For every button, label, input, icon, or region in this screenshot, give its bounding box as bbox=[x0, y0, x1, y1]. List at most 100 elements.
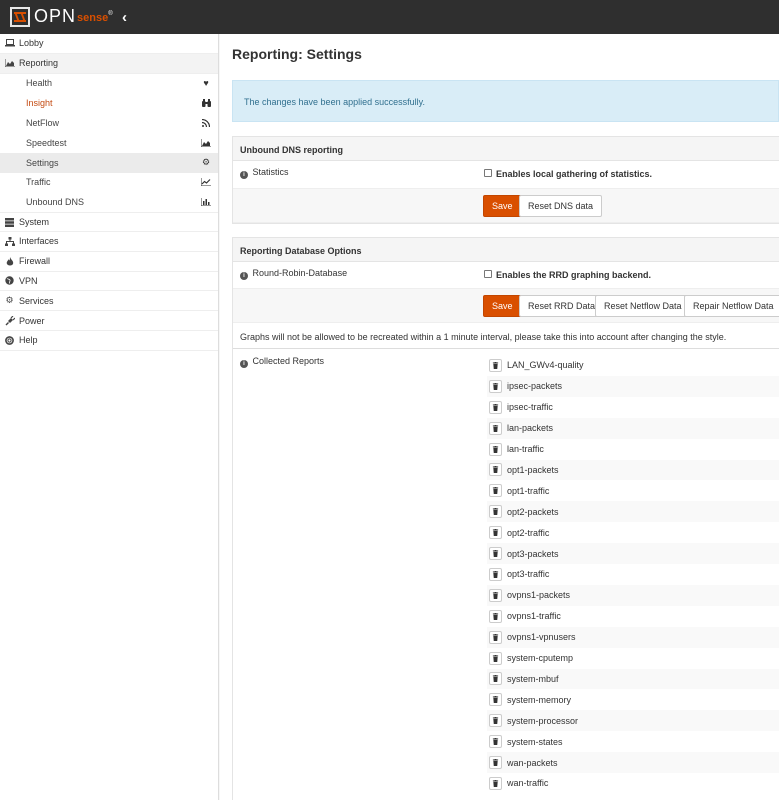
rrd-checkbox-label: Enables the RRD graphing backend. bbox=[496, 270, 652, 280]
statistics-checkbox[interactable] bbox=[484, 169, 492, 177]
sidebar-item-label: Health bbox=[26, 78, 53, 89]
report-name: system-cputemp bbox=[507, 653, 574, 664]
report-row: ovpns1-traffic bbox=[487, 606, 779, 627]
trash-icon[interactable] bbox=[489, 672, 502, 686]
trash-icon[interactable] bbox=[489, 588, 502, 602]
reset-netflow-data-button[interactable]: Reset Netflow Data bbox=[595, 295, 691, 317]
statistics-checkbox-label: Enables local gathering of statistics. bbox=[496, 169, 653, 179]
report-name: system-states bbox=[507, 736, 563, 747]
sidebar-item-firewall[interactable]: Firewall bbox=[0, 252, 218, 272]
trash-icon[interactable] bbox=[489, 421, 502, 435]
trash-icon[interactable] bbox=[489, 714, 502, 728]
rrd-save-button[interactable]: Save bbox=[483, 295, 522, 317]
field-label: i Collected Reports bbox=[240, 356, 324, 368]
sidebar-item-interfaces[interactable]: Interfaces bbox=[0, 232, 218, 252]
globe-icon bbox=[4, 276, 15, 286]
trash-icon[interactable] bbox=[489, 567, 502, 581]
panel-header: Unbound DNS reporting bbox=[233, 137, 779, 161]
sidebar-item-system[interactable]: System bbox=[0, 212, 218, 232]
dns-button-bar: Save Reset DNS data bbox=[233, 189, 779, 223]
rss-icon bbox=[201, 118, 211, 128]
report-row: system-mbuf bbox=[487, 668, 779, 690]
sidebar-item-help[interactable]: Help bbox=[0, 331, 218, 351]
report-row: opt3-traffic bbox=[487, 564, 779, 585]
sidebar-item-settings[interactable]: Settings ⚙ bbox=[0, 152, 218, 173]
report-row: system-states bbox=[487, 731, 779, 752]
sidebar-item-traffic[interactable]: Traffic bbox=[0, 173, 218, 193]
sidebar-item-vpn[interactable]: VPN bbox=[0, 272, 218, 292]
sidebar-item-speedtest[interactable]: Speedtest bbox=[0, 133, 218, 153]
report-row: ipsec-packets bbox=[487, 375, 779, 397]
sitemap-icon bbox=[4, 236, 15, 246]
page-title: Reporting: Settings bbox=[232, 46, 362, 62]
binoculars-icon bbox=[201, 98, 211, 108]
sidebar-item-label: Insight bbox=[26, 98, 53, 109]
trash-icon[interactable] bbox=[489, 776, 502, 790]
rrd-checkbox[interactable] bbox=[484, 270, 492, 278]
opnsense-logo[interactable]: OPN sense ® bbox=[10, 6, 113, 27]
collected-reports: i Collected Reports LAN_GWv4-quality ipse… bbox=[233, 349, 779, 799]
sidebar-item-label: VPN bbox=[19, 275, 38, 286]
trash-icon[interactable] bbox=[489, 526, 502, 540]
info-icon[interactable]: i bbox=[240, 171, 248, 179]
logo-registered: ® bbox=[108, 10, 113, 17]
info-icon[interactable]: i bbox=[240, 272, 248, 280]
unbound-dns-panel: Unbound DNS reporting i Statistics Enabl… bbox=[232, 136, 779, 224]
sidebar-item-lobby[interactable]: Lobby bbox=[0, 34, 218, 54]
sidebar-item-services[interactable]: ⚙ Services bbox=[0, 291, 218, 312]
report-name: ovpns1-packets bbox=[507, 590, 571, 601]
info-icon[interactable]: i bbox=[240, 360, 248, 368]
trash-icon[interactable] bbox=[489, 693, 502, 707]
trash-icon[interactable] bbox=[489, 735, 502, 749]
trash-icon[interactable] bbox=[489, 547, 502, 561]
report-name: ipsec-packets bbox=[507, 381, 563, 392]
rrd-label: Round-Robin-Database bbox=[252, 268, 348, 278]
sidebar-item-health[interactable]: Health ♥ bbox=[0, 74, 218, 94]
area-chart-icon bbox=[201, 138, 211, 148]
report-name: ipsec-traffic bbox=[507, 402, 553, 413]
report-row: lan-traffic bbox=[487, 439, 779, 460]
chevron-left-icon[interactable]: ‹ bbox=[122, 9, 127, 26]
trash-icon[interactable] bbox=[489, 358, 502, 372]
reset-dns-data-button[interactable]: Reset DNS data bbox=[519, 195, 603, 217]
report-name: opt2-traffic bbox=[507, 527, 550, 538]
sidebar-item-label: Reporting bbox=[19, 58, 59, 69]
report-name: lan-packets bbox=[507, 423, 554, 434]
trash-icon[interactable] bbox=[489, 379, 502, 393]
report-name: wan-packets bbox=[507, 757, 558, 768]
trash-icon[interactable] bbox=[489, 463, 502, 477]
report-name: opt1-packets bbox=[507, 464, 559, 475]
sidebar-item-netflow[interactable]: NetFlow bbox=[0, 113, 218, 133]
report-row: wan-traffic bbox=[487, 773, 779, 794]
trash-icon[interactable] bbox=[489, 484, 502, 498]
trash-icon[interactable] bbox=[489, 630, 502, 644]
fire-icon bbox=[4, 256, 15, 266]
report-row: opt1-traffic bbox=[487, 480, 779, 501]
sidebar-item-label: NetFlow bbox=[26, 118, 60, 129]
logo-text-accent: sense bbox=[77, 12, 109, 24]
sidebar-item-power[interactable]: Power bbox=[0, 311, 218, 331]
trash-icon[interactable] bbox=[489, 442, 502, 456]
collected-reports-label: Collected Reports bbox=[252, 356, 325, 366]
reset-rrd-data-button[interactable]: Reset RRD Data bbox=[519, 295, 605, 317]
sidebar-item-label: Power bbox=[19, 315, 45, 326]
trash-icon[interactable] bbox=[489, 609, 502, 623]
trash-icon[interactable] bbox=[489, 505, 502, 519]
sidebar-item-label: Interfaces bbox=[19, 236, 59, 247]
cog-icon: ⚙ bbox=[5, 295, 14, 306]
opnsense-logo-mark bbox=[10, 6, 30, 27]
sidebar-item-unbound-dns[interactable]: Unbound DNS bbox=[0, 192, 218, 212]
trash-icon[interactable] bbox=[489, 756, 502, 770]
sidebar-item-reporting[interactable]: Reporting bbox=[0, 53, 218, 74]
sidebar-item-insight[interactable]: Insight bbox=[0, 93, 218, 113]
reporting-database-panel: Reporting Database Options i Round-Robin… bbox=[232, 237, 779, 800]
report-row: ovpns1-vpnusers bbox=[487, 626, 779, 648]
dns-save-button[interactable]: Save bbox=[483, 195, 522, 217]
panel-header: Reporting Database Options bbox=[233, 238, 779, 262]
trash-icon[interactable] bbox=[489, 651, 502, 665]
report-row: system-processor bbox=[487, 710, 779, 732]
bar-chart-icon bbox=[201, 197, 211, 207]
repair-netflow-data-button[interactable]: Repair Netflow Data bbox=[684, 295, 779, 317]
statistics-row: i Statistics Enables local gathering of … bbox=[233, 161, 779, 189]
trash-icon[interactable] bbox=[489, 400, 502, 414]
